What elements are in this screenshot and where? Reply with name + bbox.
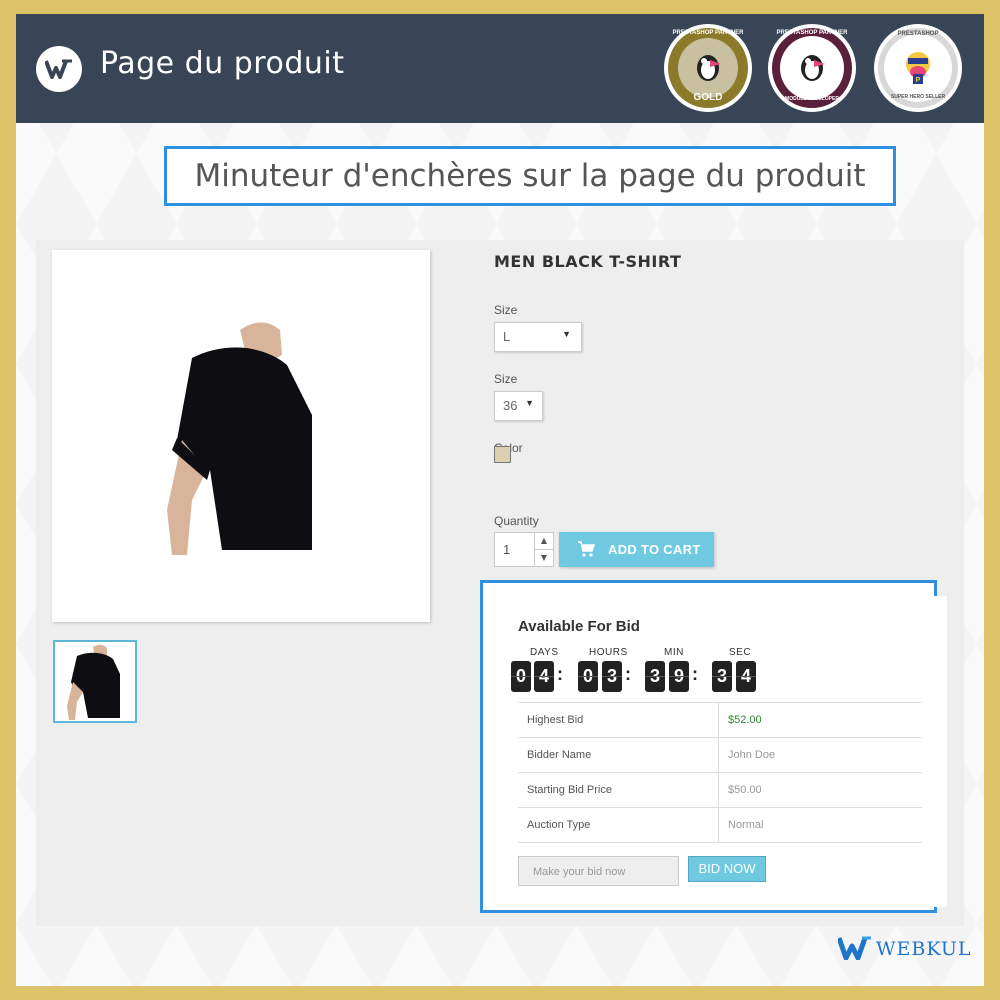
timer-colon: : [625, 664, 631, 684]
webkul-logo-icon [36, 46, 82, 92]
product-title: MEN BLACK T-SHIRT [494, 252, 682, 271]
webkul-w-icon [838, 936, 871, 960]
product-thumbnail[interactable] [53, 640, 137, 723]
increment-icon[interactable]: ▲ [534, 533, 553, 550]
bid-amount-input[interactable]: Make your bid now [518, 856, 679, 886]
black-tshirt-thumbnail [67, 644, 120, 720]
table-row: Bidder Name John Doe [518, 737, 922, 772]
page-title: Page du produit [100, 46, 345, 81]
quantity-label: Quantity [494, 514, 539, 528]
timer-label-days: DAYS [530, 647, 559, 658]
decrement-icon[interactable]: ▼ [534, 550, 553, 566]
timer-label-sec: SEC [729, 647, 752, 658]
subtitle: Minuteur d'enchères sur la page du produ… [194, 158, 866, 194]
color-swatch[interactable] [494, 446, 511, 463]
prestashop-super-hero-seller-badge: P PRESTASHOP SUPER HERO SELLER [874, 24, 962, 112]
hero-puffin-icon: P [906, 52, 930, 84]
product-main-image[interactable] [52, 250, 430, 622]
auction-title: Available For Bid [518, 618, 640, 635]
table-row: Highest Bid $52.00 [518, 702, 922, 737]
timer-digit: 4 [736, 661, 756, 692]
timer-digit: 9 [669, 661, 689, 692]
timer-digit: 4 [534, 661, 554, 692]
puffin-icon [801, 55, 825, 81]
size-select[interactable]: L ▼ [494, 322, 582, 352]
puffin-icon [697, 55, 721, 81]
content-area: Page du produit PRESTASHOP PARTNER GOLD [16, 14, 984, 986]
caret-down-icon: ▼ [562, 329, 571, 339]
outer-frame: Page du produit PRESTASHOP PARTNER GOLD [0, 0, 1000, 1000]
header-bar: Page du produit PRESTASHOP PARTNER GOLD [16, 14, 984, 123]
prestashop-partner-module-developer-badge: PRESTASHOP PARTNER MODULE DEVELOPER [768, 24, 856, 112]
svg-text:P: P [916, 77, 921, 84]
add-to-cart-button[interactable]: ADD TO CART [559, 532, 714, 567]
cart-icon [578, 541, 595, 557]
prestashop-partner-gold-badge: PRESTASHOP PARTNER GOLD [664, 24, 752, 112]
bid-now-button[interactable]: BID NOW [688, 856, 766, 882]
timer-digit: 0 [578, 661, 598, 692]
size-label-2: Size [494, 372, 518, 386]
timer-digit: 3 [712, 661, 732, 692]
webkul-brand: WEBKUL [838, 934, 971, 964]
timer-digit: 3 [645, 661, 665, 692]
size-select-2[interactable]: 36 ▼ [494, 391, 543, 421]
caret-down-icon: ▼ [525, 398, 534, 408]
webkul-wordmark: WEBKUL [876, 938, 972, 960]
timer-label-min: MIN [664, 647, 684, 658]
highest-bid-value: $52.00 [728, 714, 762, 726]
auction-details-table: Highest Bid $52.00 Bidder Name John Doe … [518, 702, 922, 843]
auction-box: Available For Bid DAYS HOURS MIN SEC 0 4… [493, 596, 947, 907]
table-row: Auction Type Normal [518, 807, 922, 843]
timer-digit: 3 [602, 661, 622, 692]
timer-digit: 0 [511, 661, 531, 692]
timer-colon: : [692, 664, 698, 684]
size-label: Size [494, 303, 518, 317]
timer-colon: : [557, 664, 563, 684]
quantity-stepper[interactable]: 1 ▲ ▼ [494, 532, 554, 567]
black-tshirt-image [167, 322, 312, 555]
subtitle-box: Minuteur d'enchères sur la page du produ… [164, 146, 896, 206]
table-row: Starting Bid Price $50.00 [518, 772, 922, 807]
timer-label-hours: HOURS [589, 647, 628, 658]
